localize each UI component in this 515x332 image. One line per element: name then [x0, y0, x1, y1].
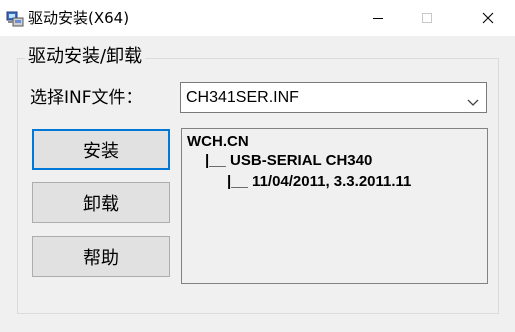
driver-version: |__ 11/04/2011, 3.3.2011.11	[227, 173, 412, 190]
driver-vendor: WCH.CN	[187, 133, 249, 150]
chevron-down-icon[interactable]	[467, 93, 479, 112]
install-button[interactable]: 安装	[32, 129, 170, 170]
title-bar[interactable]: 驱动安装(X64)	[0, 0, 515, 36]
group-title: 驱动安装/卸载	[25, 45, 146, 69]
close-icon	[482, 12, 494, 24]
maximize-icon	[421, 12, 433, 24]
driver-info-panel: WCH.CN |__ USB-SERIAL CH340 |__ 11/04/20…	[181, 128, 488, 284]
inf-file-value: CH341SER.INF	[186, 89, 299, 106]
window-title: 驱动安装(X64)	[28, 9, 130, 27]
driver-device: |__ USB-SERIAL CH340	[205, 152, 373, 169]
help-button[interactable]: 帮助	[32, 236, 170, 277]
inf-file-label: 选择INF文件：	[30, 88, 143, 108]
uninstall-button[interactable]: 卸载	[32, 182, 170, 223]
minimize-button[interactable]	[355, 0, 401, 36]
inf-file-dropdown[interactable]: CH341SER.INF	[180, 82, 487, 113]
minimize-icon	[372, 12, 384, 24]
computer-setup-icon	[6, 9, 24, 27]
maximize-button[interactable]	[404, 0, 450, 36]
close-button[interactable]	[465, 0, 511, 36]
